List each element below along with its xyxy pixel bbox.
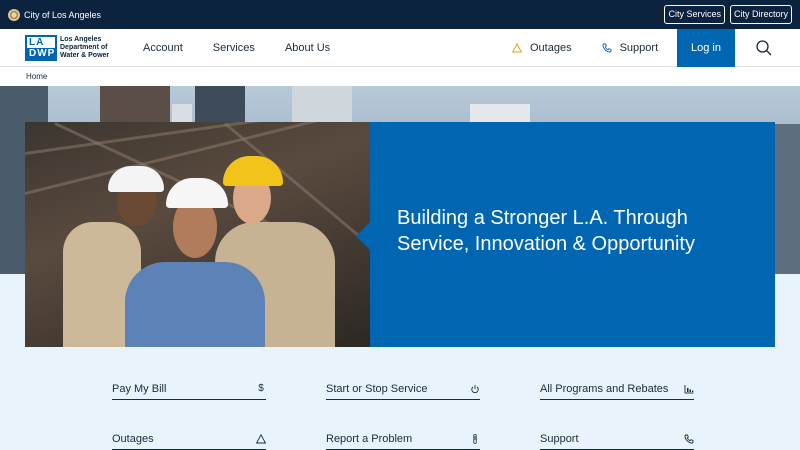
utility-bar: City of Los Angeles City Services City D…	[0, 0, 800, 29]
city-seal-icon	[8, 8, 20, 21]
nav-support[interactable]: Support	[602, 42, 659, 54]
nav-outages-label: Outages	[530, 42, 572, 54]
nav-about-us[interactable]: About Us	[285, 42, 330, 54]
ladwp-logo[interactable]: LA DWP Los Angeles Department of Water &…	[25, 35, 116, 61]
quick-link-programs-rebates[interactable]: All Programs and Rebates	[540, 378, 694, 400]
logo-text: Los Angeles Department of Water & Power	[60, 36, 110, 59]
quick-link-outages[interactable]: Outages	[112, 428, 266, 450]
city-directory-button[interactable]: City Directory	[729, 5, 792, 24]
city-link[interactable]: City of Los Angeles	[8, 8, 102, 21]
quick-link-report-problem[interactable]: Report a Problem	[326, 428, 480, 450]
secondary-nav: Outages Support	[512, 29, 658, 67]
quick-link-label: Outages	[112, 432, 154, 445]
quick-link-pay-my-bill[interactable]: Pay My Bill $	[112, 378, 266, 400]
primary-nav: Account Services About Us	[143, 29, 330, 67]
quick-link-label: All Programs and Rebates	[540, 382, 669, 395]
nav-outages[interactable]: Outages	[512, 42, 572, 54]
quick-link-label: Support	[540, 432, 579, 445]
hero-title: Building a Stronger L.A. Through Service…	[397, 207, 695, 255]
breadcrumb: Home	[0, 67, 800, 86]
quick-link-label: Start or Stop Service	[326, 382, 428, 395]
nav-support-label: Support	[619, 42, 659, 54]
breadcrumb-home[interactable]: Home	[26, 72, 47, 81]
warning-icon	[256, 433, 266, 443]
nav-services[interactable]: Services	[213, 42, 255, 54]
hero-panel: Building a Stronger L.A. Through Service…	[370, 122, 775, 347]
phone-icon	[684, 434, 694, 443]
quick-link-label: Pay My Bill	[112, 382, 167, 395]
logo-mark: LA DWP	[25, 35, 57, 61]
dollar-icon: $	[258, 383, 264, 394]
bar-chart-icon	[684, 384, 694, 393]
city-services-button[interactable]: City Services	[664, 5, 725, 24]
exclamation-icon	[473, 433, 477, 444]
hero-workers-photo	[25, 122, 370, 347]
city-label: City of Los Angeles	[24, 9, 102, 20]
nav-account[interactable]: Account	[143, 42, 183, 54]
quick-link-start-stop-service[interactable]: Start or Stop Service	[326, 378, 480, 400]
phone-icon	[602, 43, 612, 53]
main-header: LA DWP Los Angeles Department of Water &…	[0, 29, 800, 67]
logo-mark-bottom: DWP	[27, 48, 56, 59]
quick-link-label: Report a Problem	[326, 432, 413, 445]
search-icon[interactable]	[755, 39, 773, 57]
login-button[interactable]: Log in	[677, 29, 735, 67]
logo-mark-top: LA	[27, 37, 55, 48]
panel-notch	[356, 222, 370, 250]
power-icon	[471, 384, 479, 393]
quick-link-support[interactable]: Support	[540, 428, 694, 450]
warning-icon	[512, 43, 522, 53]
